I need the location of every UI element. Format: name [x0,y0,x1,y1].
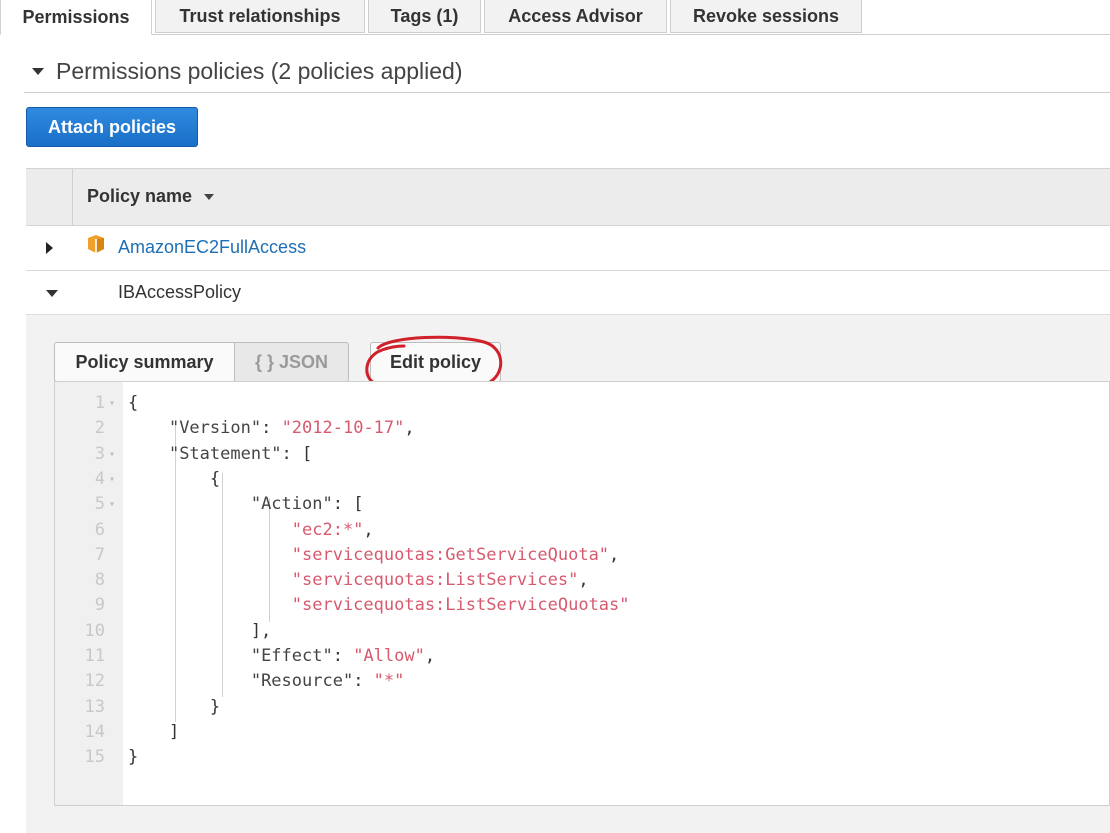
string-token: "*" [373,671,405,692]
punct-token: { [128,468,221,489]
fold-toggle-icon[interactable]: ▾ [109,442,115,467]
fold-toggle-icon[interactable]: ▾ [109,467,115,492]
key-token: "Effect" [250,646,333,666]
string-token: "servicequotas:GetServiceQuota" [291,544,610,565]
policy-name-column-header[interactable]: Policy name [87,186,215,207]
punct-token [128,494,251,514]
code-text: } [128,745,138,770]
collapse-caret-icon [32,68,44,75]
punct-token: } [128,747,139,768]
code-text: "Action": [ [128,492,364,517]
column-header-label: Policy name [87,186,193,206]
punct-token [128,671,251,691]
string-token: "ec2:*" [291,519,364,540]
code-text: "ec2:*", [128,518,374,543]
line-number: 12 [84,671,105,692]
code-text: ], [128,619,271,644]
policy-table-header: Policy name [26,168,1110,226]
punct-token: : [353,671,374,692]
view-toggle: Policy summary { } JSON [54,342,349,382]
code-text: "Resource": "*" [128,669,405,694]
punct-token [128,520,292,540]
line-number: 15 [84,747,105,768]
punct-token: : [261,418,282,439]
punct-token: , [578,570,589,591]
json-code-editor[interactable]: 1 ▾{2 "Version": "2012-10-17", 3 ▾ "Stateme… [54,381,1110,806]
punct-token [128,595,292,615]
policy-summary-button[interactable]: Policy summary [54,342,235,382]
punct-token [128,545,292,565]
line-number: 4 [94,468,105,489]
punct-token: : [332,646,354,666]
punct-token [128,418,169,438]
permissions-policies-header[interactable]: Permissions policies (2 policies applied… [32,58,463,85]
code-text: "servicequotas:ListServiceQuotas" [128,593,630,618]
line-number: 1 [94,393,105,413]
code-text: "Statement": [ [128,442,312,467]
code-text: { [128,467,220,492]
json-button[interactable]: { } JSON [234,342,349,382]
code-text: "Effect": "Allow", [128,644,435,669]
key-token: "Action" [250,494,333,515]
code-text: ] [128,720,179,745]
fold-toggle-icon[interactable]: ▾ [109,492,115,517]
punct-token: ], [128,620,272,641]
punct-token [128,444,169,464]
divider [24,92,1110,93]
tab-tags[interactable]: Tags (1) [368,0,481,33]
line-number: 5 [94,494,105,515]
punct-token: { [128,393,139,413]
punct-token: , [609,544,620,565]
line-number: 6 [94,519,105,540]
key-token: "Version" [168,418,262,439]
section-title: Permissions policies (2 policies applied… [56,58,463,84]
line-number: 11 [84,646,105,666]
line-number: 9 [94,595,105,616]
tab-permissions[interactable]: Permissions [0,0,152,35]
column-separator [72,169,73,225]
key-token: "Statement" [168,443,282,464]
line-number: 7 [94,544,105,565]
string-token: "servicequotas:ListServiceQuotas" [291,595,630,616]
policy-name-ibaccesspolicy: IBAccessPolicy [118,282,242,302]
code-text: "Version": "2012-10-17", [128,416,415,441]
line-number: 8 [94,570,105,591]
sort-caret-icon [204,193,215,200]
table-row: AmazonEC2FullAccess [26,225,1110,271]
table-row: IBAccessPolicy [26,270,1110,316]
policy-link-amazonec2fullaccess[interactable]: AmazonEC2FullAccess [118,237,306,258]
line-number: 13 [84,696,105,717]
punct-token: , [424,646,436,666]
punct-token: , [404,418,415,439]
line-number: 3 [94,443,105,464]
code-text: "servicequotas:GetServiceQuota", [128,543,620,568]
tab-revoke-sessions[interactable]: Revoke sessions [670,0,862,33]
aws-managed-box-icon [88,235,104,253]
string-token: "servicequotas:ListServices" [291,570,579,591]
expand-row-icon[interactable] [46,242,53,254]
tab-trust-relationships[interactable]: Trust relationships [155,0,365,33]
line-number: 2 [94,418,105,439]
string-token: "2012-10-17" [281,418,405,439]
edit-policy-button[interactable]: Edit policy [370,342,501,382]
code-text: "servicequotas:ListServices", [128,568,589,593]
punct-token: : [ [281,443,313,464]
punct-token [128,646,251,666]
key-token: "Resource" [250,671,354,692]
tab-bar: Permissions Trust relationships Tags (1)… [0,0,1110,35]
punct-token: , [363,519,374,540]
attach-policies-button[interactable]: Attach policies [26,107,198,147]
fold-toggle-icon[interactable]: ▾ [109,391,115,416]
line-number: 14 [84,721,105,742]
punct-token: : [ [332,494,364,515]
punct-token: ] [128,721,180,742]
punct-token: } [128,696,221,717]
code-text: { [128,391,138,416]
tab-access-advisor[interactable]: Access Advisor [484,0,667,33]
punct-token [128,570,292,590]
string-token: "Allow" [353,646,425,666]
code-text: } [128,695,220,720]
collapse-row-icon[interactable] [46,290,58,297]
line-number: 10 [84,620,105,641]
